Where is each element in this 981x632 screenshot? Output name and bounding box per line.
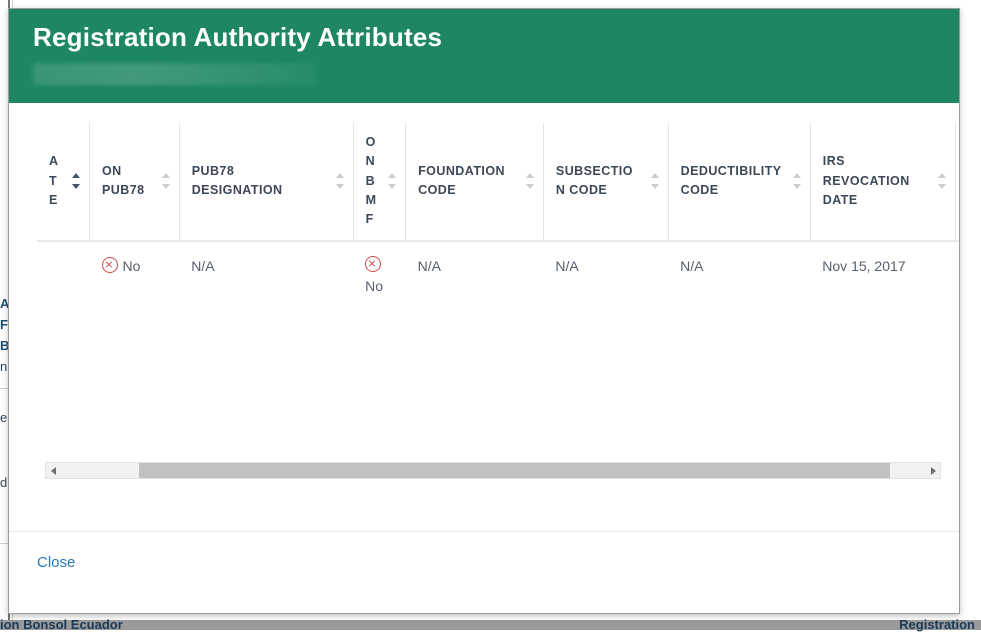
close-button[interactable]: Close <box>37 554 75 571</box>
cell-foundation-code: N/A <box>417 257 441 274</box>
column-header-date[interactable]: ATE <box>37 122 90 242</box>
column-header-on-pub78[interactable]: ON PUB78 <box>89 122 180 242</box>
sort-arrows-icon[interactable] <box>938 173 947 190</box>
column-header-subsection-code[interactable]: SUBSECTION CODE <box>543 122 669 242</box>
column-header-on-bmf[interactable]: ON B M F <box>353 122 407 242</box>
registration-authority-attributes-table: ATE ON PUB78 PUB78 DESIGNATION ON B M F … <box>37 122 959 440</box>
scroll-right-arrow-icon[interactable] <box>925 463 940 478</box>
cell-date <box>37 241 90 440</box>
table-header-row-group: ATE ON PUB78 PUB78 DESIGNATION ON B M F … <box>37 122 959 242</box>
column-header-foundation-code[interactable]: FOUNDATION CODE <box>405 122 544 242</box>
sort-arrows-icon[interactable] <box>161 173 171 190</box>
cell-on-pub78-value: No <box>122 257 141 274</box>
table-body: No N/A No N/A N/A N/A Nov 15, 2017 <box>37 241 959 440</box>
background-footer-strip <box>0 620 981 630</box>
table-header-row: ATE ON PUB78 PUB78 DESIGNATION ON B M F … <box>37 122 959 242</box>
sort-arrows-icon[interactable] <box>525 173 535 190</box>
sort-arrows-icon[interactable] <box>650 173 660 190</box>
cell-efg-reason: Organizations inclusion on the IRS Revoc… <box>956 241 959 440</box>
modal-subtitle-redacted <box>33 62 317 85</box>
cell-on-pub78: No <box>90 241 180 440</box>
table-row: No N/A No N/A N/A N/A Nov 15, 2017 <box>37 241 959 440</box>
scrollbar-thumb[interactable] <box>138 463 891 478</box>
x-circle-icon <box>101 256 118 273</box>
scroll-left-arrow-icon[interactable] <box>46 463 61 478</box>
modal-footer: Close <box>9 531 959 613</box>
x-circle-icon <box>365 255 382 272</box>
column-header-label: DEDUCTIBILITY CODE <box>680 163 782 198</box>
column-header-irs-revocation-date[interactable]: IRS REVOCATION DATE <box>810 122 957 242</box>
cell-deductibility-code: N/A <box>680 257 704 274</box>
table-horizontal-scrollbar[interactable] <box>45 462 941 479</box>
column-header-efg-reason[interactable]: E F G REASON <box>955 122 959 242</box>
column-header-label: IRS REVOCATION DATE <box>822 154 910 208</box>
sort-arrows-icon[interactable] <box>72 173 81 190</box>
registration-authority-attributes-modal: Registration Authority Attributes ATE ON… <box>8 8 960 614</box>
sort-arrows-icon[interactable] <box>792 173 802 190</box>
column-header-pub78-designation[interactable]: PUB78 DESIGNATION <box>179 122 354 242</box>
column-header-label: SUBSECTION CODE <box>555 163 633 198</box>
cell-on-bmf-value: No <box>365 277 383 294</box>
column-header-label: ON PUB78 <box>102 163 145 198</box>
sort-arrows-icon[interactable] <box>335 173 345 190</box>
column-header-label: ON B M F <box>365 134 377 227</box>
column-header-deductibility-code[interactable]: DEDUCTIBILITY CODE <box>668 122 811 242</box>
modal-title: Registration Authority Attributes <box>33 22 443 52</box>
scrollbar-track[interactable] <box>61 463 925 478</box>
sort-arrows-icon[interactable] <box>388 173 397 190</box>
modal-body: ATE ON PUB78 PUB78 DESIGNATION ON B M F … <box>9 102 959 531</box>
column-header-label: FOUNDATION CODE <box>418 163 505 198</box>
modal-header: Registration Authority Attributes <box>9 9 959 103</box>
cell-irs-revocation-date: Nov 15, 2017 <box>822 257 906 274</box>
cell-on-bmf: No <box>353 241 406 440</box>
cell-pub78-designation: N/A <box>191 257 215 274</box>
cell-subsection-code: N/A <box>555 257 579 274</box>
column-header-label: PUB78 DESIGNATION <box>191 163 283 198</box>
column-header-label: ATE <box>49 154 59 208</box>
